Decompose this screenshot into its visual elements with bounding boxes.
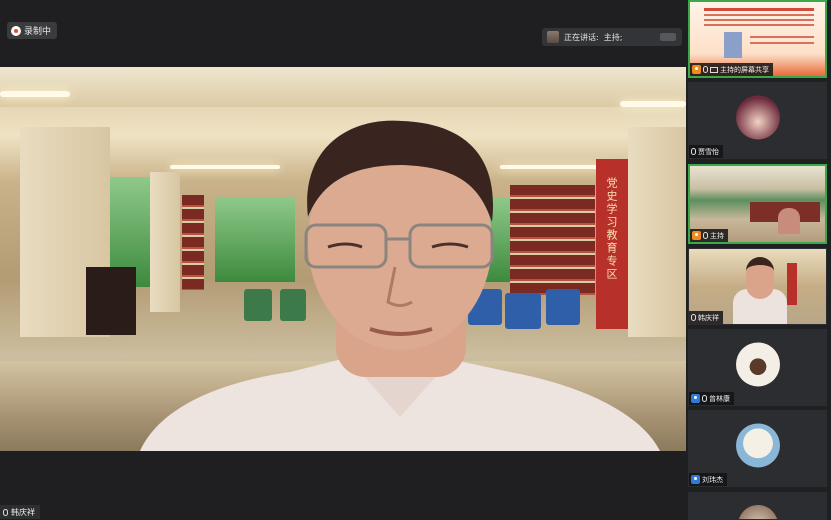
ceiling bbox=[0, 67, 686, 107]
tile-name-bar: 主持的屏幕共享 bbox=[690, 63, 773, 76]
main-video[interactable]: 党史学习教育专区 bbox=[0, 67, 686, 451]
participant-tile[interactable]: 刘玮杰 bbox=[688, 410, 827, 487]
participant-name: 主持 bbox=[710, 231, 724, 240]
slide-text-line bbox=[750, 36, 814, 38]
participant-name: 贾雪怡 bbox=[698, 147, 719, 156]
mic-icon bbox=[691, 148, 696, 155]
participant-name: 刘玮杰 bbox=[702, 475, 723, 484]
audio-level-icon bbox=[660, 33, 676, 41]
slide-portrait bbox=[724, 32, 742, 58]
member-icon bbox=[691, 475, 700, 484]
mic-icon bbox=[702, 395, 707, 402]
speaker-avatar bbox=[547, 31, 559, 43]
tile-name-bar: 主持 bbox=[690, 229, 728, 242]
slide-text-line bbox=[704, 8, 814, 11]
participant-sidebar: 主持的屏幕共享 贾雪怡 主持 韩庆祥 曾林康 刘玮杰 bbox=[686, 0, 831, 520]
ceiling-light bbox=[620, 101, 686, 107]
participant-avatar bbox=[735, 422, 780, 467]
participant-name: 韩庆祥 bbox=[698, 313, 719, 322]
tile-name-bar: 曾林康 bbox=[689, 392, 734, 405]
participant-avatar bbox=[737, 505, 778, 519]
participant-avatar bbox=[735, 341, 780, 386]
speaker-head bbox=[746, 257, 774, 299]
participant-tile[interactable]: 韩庆祥 bbox=[688, 248, 827, 325]
ceiling-light bbox=[0, 91, 70, 97]
participant-tile[interactable] bbox=[688, 492, 827, 520]
participant-tile[interactable]: 贾雪怡 bbox=[688, 82, 827, 159]
slide-text-line bbox=[750, 42, 814, 44]
mic-icon bbox=[3, 508, 8, 516]
slide-text-line bbox=[704, 14, 814, 16]
speaker-person bbox=[140, 120, 660, 451]
participant-tile[interactable]: 主持的屏幕共享 bbox=[688, 0, 827, 78]
mic-icon bbox=[703, 66, 708, 73]
speaking-name: 主持; bbox=[603, 32, 623, 42]
participant-tile[interactable]: 主持 bbox=[688, 164, 827, 244]
slide-text-line bbox=[704, 24, 814, 26]
tile-name-bar: 贾雪怡 bbox=[689, 145, 723, 158]
speaking-indicator: 正在讲话: 主持; bbox=[542, 28, 682, 46]
piano bbox=[86, 267, 136, 335]
host-icon bbox=[692, 231, 701, 240]
member-icon bbox=[691, 394, 700, 403]
main-speaker-label: 韩庆祥 bbox=[0, 505, 40, 519]
mic-icon bbox=[703, 232, 708, 239]
record-icon bbox=[11, 25, 21, 36]
participant-name: 主持的屏幕共享 bbox=[720, 65, 769, 74]
slide-text-line bbox=[704, 19, 814, 21]
participant-avatar bbox=[735, 94, 780, 139]
participant-name: 曾林康 bbox=[709, 394, 730, 403]
speaking-prefix: 正在讲话: bbox=[564, 32, 599, 42]
main-speaker-name: 韩庆祥 bbox=[11, 507, 35, 517]
host-icon bbox=[692, 65, 701, 74]
mic-icon bbox=[691, 314, 696, 321]
recording-indicator[interactable]: 录制中 bbox=[7, 22, 58, 39]
attendee bbox=[778, 208, 800, 234]
recording-label: 录制中 bbox=[24, 27, 52, 37]
tile-name-bar: 韩庆祥 bbox=[689, 311, 723, 324]
tile-name-bar: 刘玮杰 bbox=[689, 473, 727, 486]
screen-share-icon bbox=[710, 66, 718, 73]
participant-tile[interactable]: 曾林康 bbox=[688, 329, 827, 406]
red-banner bbox=[787, 263, 797, 305]
main-stage: 录制中 正在讲话: 主持; 党史学习教育专区 韩庆祥 bbox=[0, 0, 686, 520]
